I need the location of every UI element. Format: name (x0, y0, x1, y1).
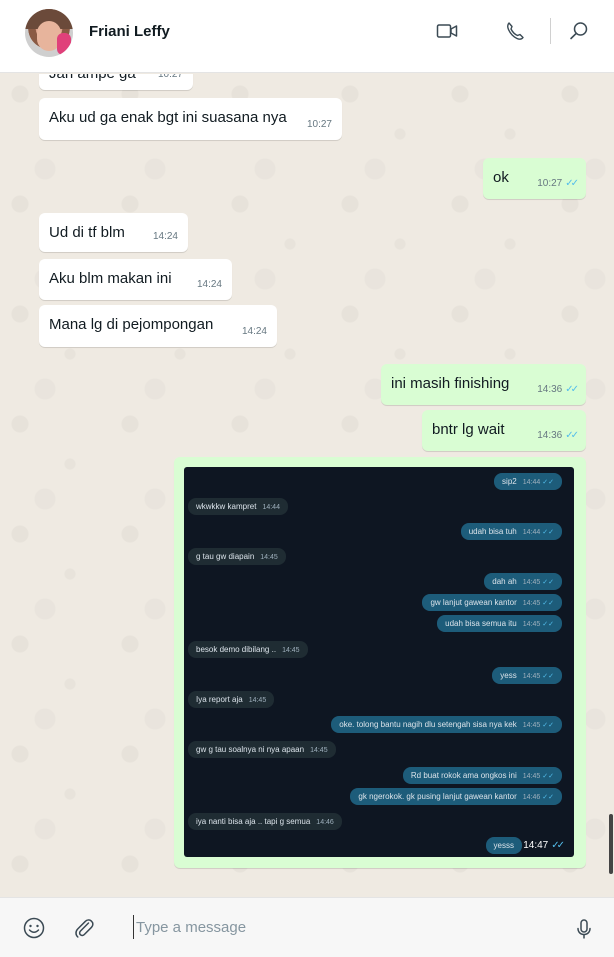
search-icon[interactable] (568, 20, 590, 42)
screenshot-bubble-outgoing: dah ah 14:45 ✓✓ (484, 573, 562, 590)
message-time: 10:27 (157, 74, 183, 80)
message-composer (0, 897, 614, 957)
message-bubble-incoming[interactable]: Aku blm makan ini 14:24 (39, 259, 232, 300)
screenshot-bubble-incoming: besok demo dibilang .. 14:45 (188, 641, 308, 658)
screenshot-bubble-outgoing: sip2 14:44 ✓✓ (494, 473, 562, 490)
attach-icon[interactable] (72, 916, 96, 940)
message-text: Ud di tf blm (49, 224, 125, 241)
screenshot-bubble-outgoing: gk ngerokok. gk pusing lanjut gawean kan… (350, 788, 562, 805)
message-input[interactable] (133, 915, 553, 939)
message-list[interactable]: Jan ampe ga 10:27 Aku ud ga enak bgt ini… (0, 74, 614, 897)
screenshot-bubble-outgoing: yesss (485, 837, 522, 854)
screenshot-bubble-incoming: iya nanti bisa aja .. tapi g semua 14:46 (188, 813, 342, 830)
avatar[interactable] (25, 9, 73, 57)
message-text: Aku blm makan ini (49, 270, 172, 287)
message-bubble-outgoing[interactable]: ini masih finishing 14:36 ✓✓ (381, 364, 586, 405)
message-text: Aku ud ga enak bgt ini suasana nya (49, 109, 287, 126)
screenshot-bubble-incoming: gw g tau soalnya ni nya apaan 14:45 (188, 741, 336, 758)
message-bubble-outgoing[interactable]: ok 10:27 ✓✓ (483, 158, 586, 199)
read-ticks-icon: ✓✓ (565, 430, 579, 441)
message-time: 10:27 ✓✓ (537, 178, 579, 189)
message-time: 14:36 ✓✓ (537, 384, 579, 395)
message-bubble-incoming[interactable]: Ud di tf blm 14:24 (39, 213, 188, 252)
screenshot-bubble-incoming: Iya report aja 14:45 (188, 691, 275, 708)
message-time: 14:36 ✓✓ (537, 430, 579, 441)
contact-name[interactable]: Friani Leffy (89, 23, 170, 40)
message-text: ini masih finishing (391, 375, 510, 392)
message-time: 14:24 (196, 279, 222, 290)
message-text: ok (493, 169, 509, 186)
message-bubble-incoming[interactable]: Mana lg di pejompongan 14:24 (39, 305, 277, 347)
chat-screenshot-image[interactable]: sip2 14:44 ✓✓ wkwkkw kampret 14:44 udah bis… (184, 467, 574, 857)
screenshot-bubble-outgoing: oke. tolong bantu nagih dlu setengah sis… (331, 716, 562, 733)
chat-header: Friani Leffy (0, 0, 614, 73)
message-time: 14:47 ✓✓ (523, 840, 565, 851)
message-time: 14:24 (152, 231, 178, 242)
screenshot-bubble-outgoing: udah bisa tuh 14:44 ✓✓ (460, 523, 562, 540)
emoji-icon[interactable] (22, 916, 46, 940)
message-bubble-outgoing[interactable]: bntr lg wait 14:36 ✓✓ (422, 410, 586, 451)
message-time: 10:27 (306, 119, 332, 130)
screenshot-bubble-outgoing: yess 14:45 ✓✓ (492, 667, 562, 684)
screenshot-bubble-outgoing: Rd buat rokok ama ongkos ini 14:45 ✓✓ (402, 767, 562, 784)
image-message-bubble[interactable]: sip2 14:44 ✓✓ wkwkkw kampret 14:44 udah bis… (174, 457, 586, 868)
microphone-icon[interactable] (572, 917, 596, 941)
screenshot-bubble-incoming: wkwkkw kampret 14:44 (188, 498, 288, 515)
read-ticks-icon: ✓✓ (565, 178, 579, 189)
message-bubble-incoming[interactable]: Aku ud ga enak bgt ini suasana nya 10:27 (39, 98, 342, 140)
message-bubble-incoming[interactable]: Jan ampe ga 10:27 (39, 74, 193, 90)
message-text: Jan ampe ga (49, 74, 136, 84)
message-text: bntr lg wait (432, 421, 505, 438)
message-text: Mana lg di pejompongan (49, 316, 214, 333)
screenshot-bubble-incoming: g tau gw diapain 14:45 (188, 548, 286, 565)
read-ticks-icon: ✓✓ (565, 384, 579, 395)
read-ticks-icon: ✓✓ (551, 840, 565, 851)
voice-call-icon[interactable] (504, 20, 526, 42)
video-call-icon[interactable] (436, 20, 458, 42)
message-time: 14:24 (241, 326, 267, 337)
header-divider (550, 18, 551, 44)
scrollbar[interactable] (609, 814, 613, 874)
screenshot-bubble-outgoing: udah bisa semua itu 14:45 ✓✓ (437, 615, 562, 632)
screenshot-bubble-outgoing: gw lanjut gawean kantor 14:45 ✓✓ (422, 594, 562, 611)
